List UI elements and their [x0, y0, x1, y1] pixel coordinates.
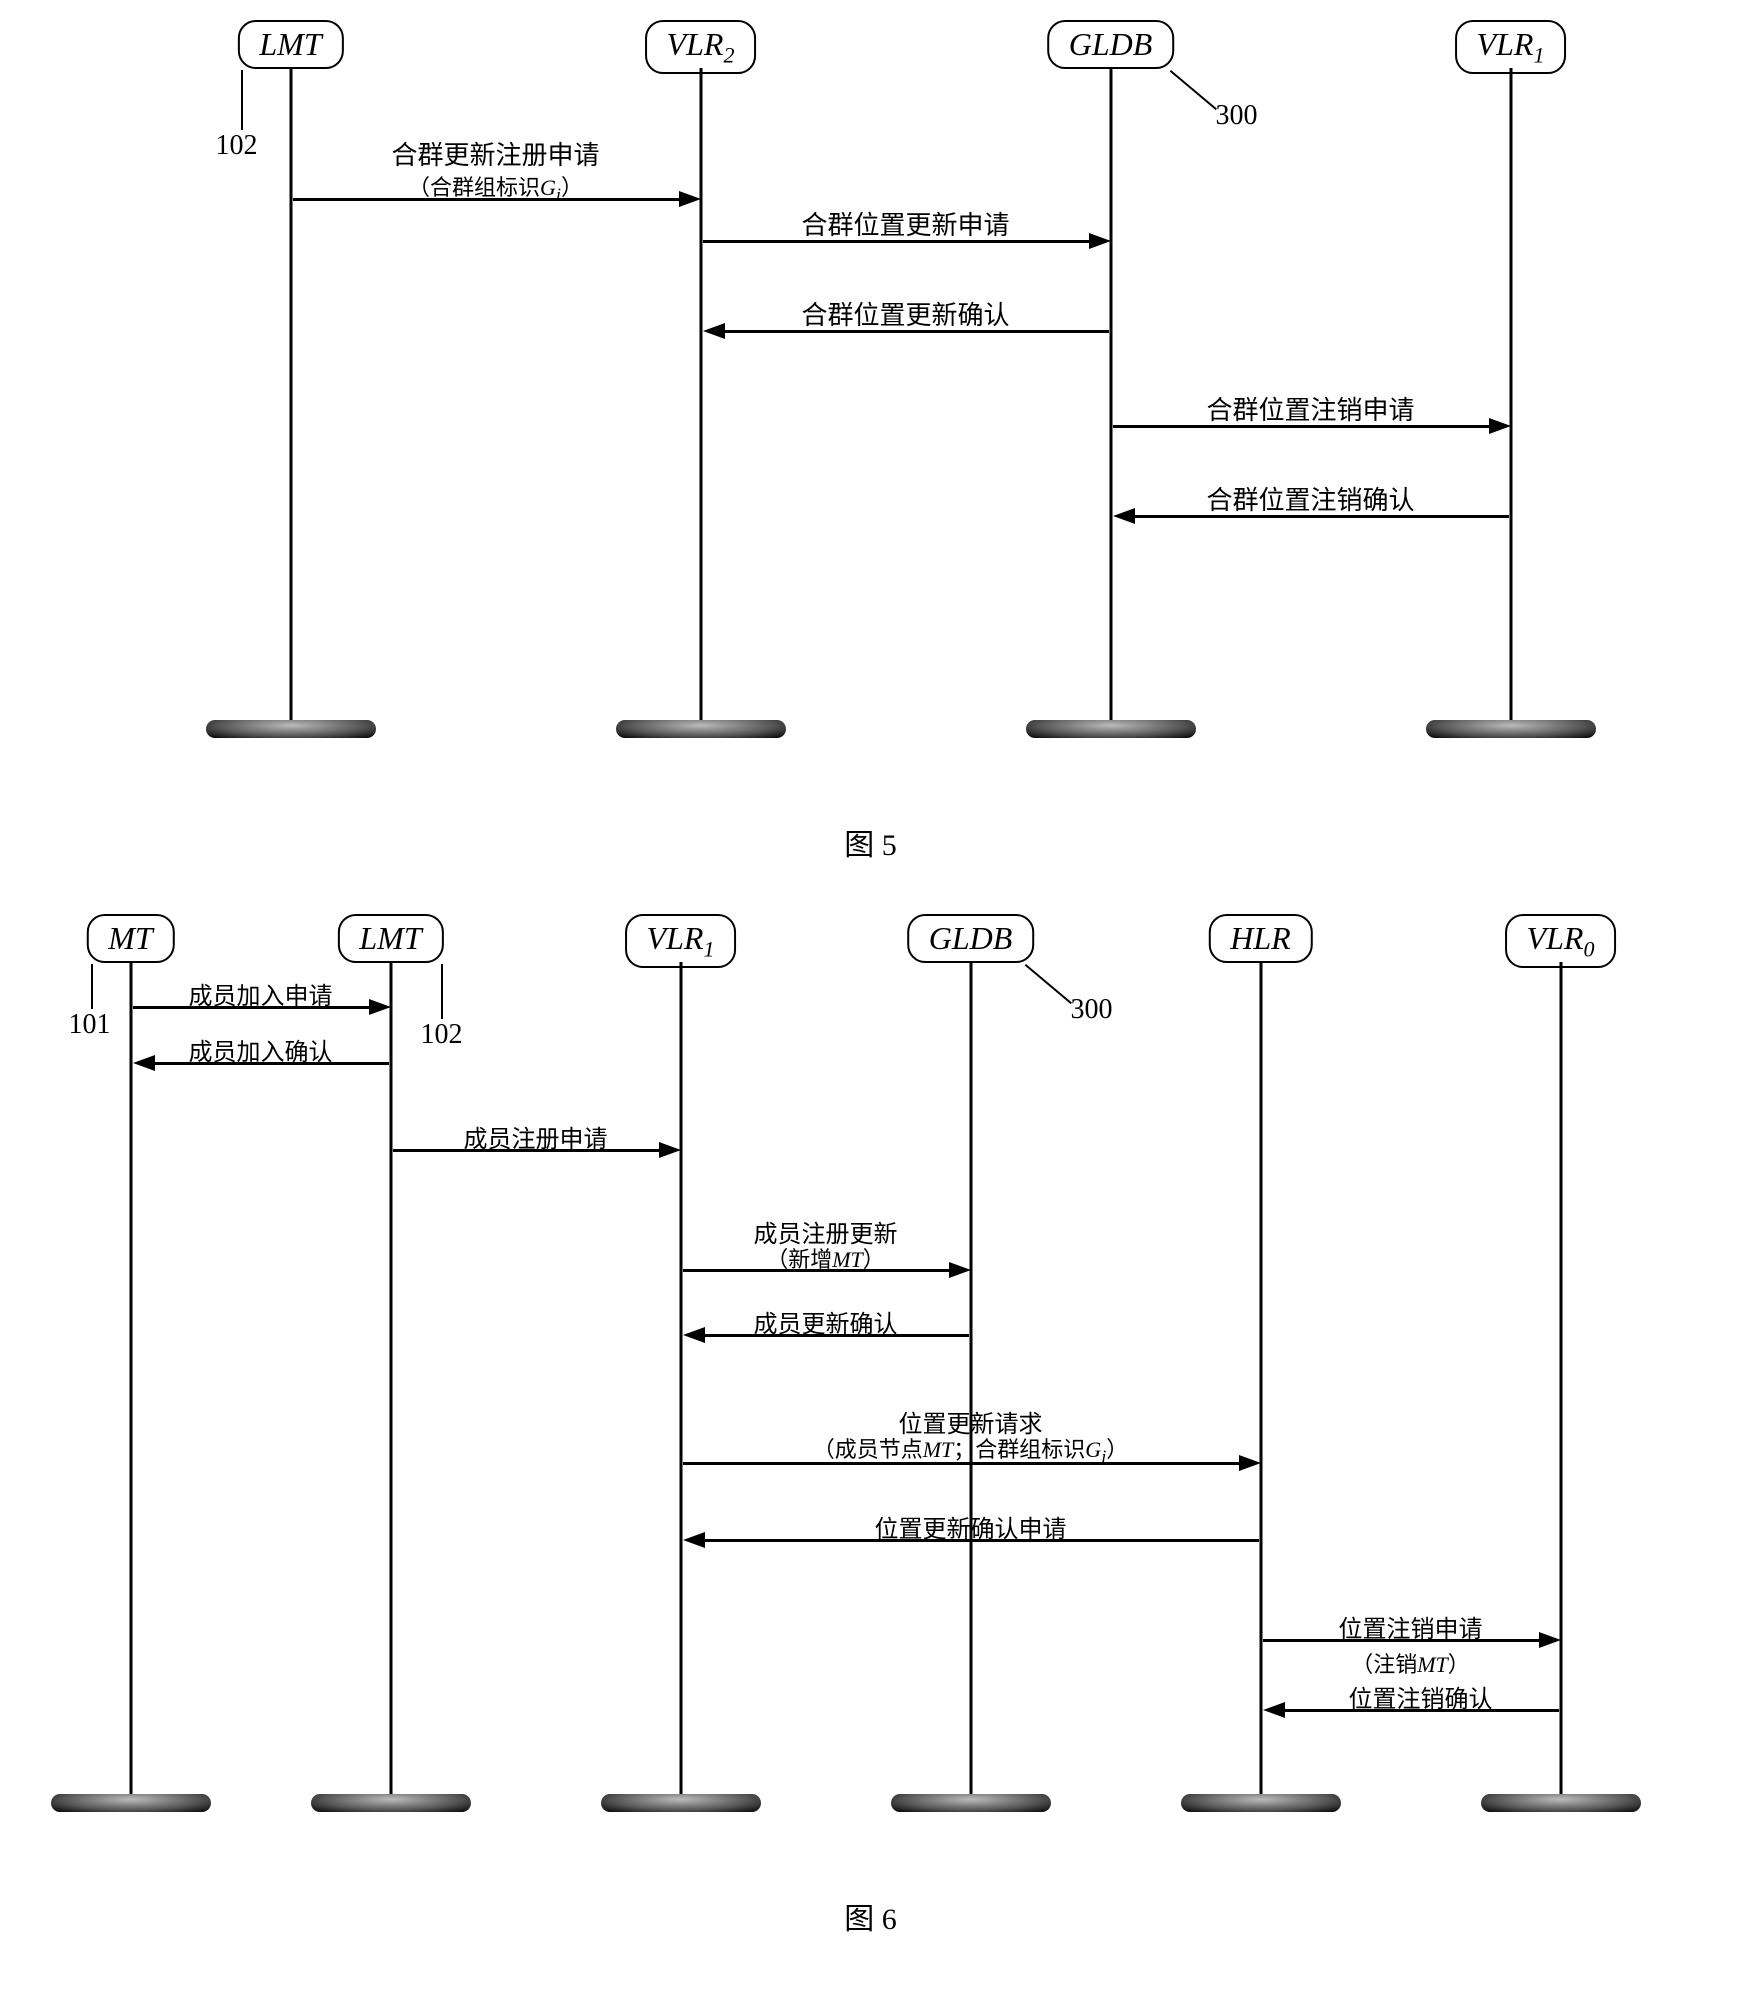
lifeline-foot	[1426, 720, 1596, 738]
lifeline-line	[1109, 68, 1112, 728]
msg-arrow	[703, 1539, 1259, 1542]
lifeline-head-gldb: GLDB	[907, 914, 1035, 963]
lifeline-line	[1509, 68, 1512, 728]
sequence-diagram-fig5: LMT VLR2 GLDB VLR1 102 300 合群更新注册申请 （合群组…	[21, 20, 1721, 780]
lifeline-head-vlr0: VLR0	[1505, 914, 1617, 968]
arrow-icon	[949, 1262, 971, 1278]
lifeline-sub: 2	[723, 42, 734, 67]
lifeline-line	[129, 962, 132, 1802]
tag-gldb: 300	[1216, 100, 1258, 132]
figure-caption: 图 5	[20, 820, 1721, 864]
msg-arrow	[723, 330, 1109, 333]
lifeline-label: MT	[108, 920, 152, 956]
msg-sublabel: （注销MT）	[1351, 1647, 1470, 1679]
tag-lmt: 102	[421, 1019, 463, 1051]
arrow-icon	[1263, 1702, 1285, 1718]
arrow-icon	[1239, 1455, 1261, 1471]
msg-arrow	[703, 1334, 969, 1337]
msg-arrow	[1113, 425, 1489, 428]
lifeline-label: GLDB	[1069, 26, 1153, 62]
lifeline-label: VLR	[647, 920, 704, 956]
lifeline-label: VLR	[1477, 26, 1534, 62]
lifeline-foot	[51, 1794, 211, 1812]
arrow-icon	[1113, 508, 1135, 524]
lifeline-head-gldb: GLDB	[1047, 20, 1175, 69]
lifeline-label: VLR	[1527, 920, 1584, 956]
lifeline-label: GLDB	[929, 920, 1013, 956]
lifeline-foot	[1181, 1794, 1341, 1812]
msg-label: 合群位置注销确认	[1206, 480, 1414, 517]
tag-lmt: 102	[216, 130, 258, 162]
arrow-icon	[659, 1142, 681, 1158]
lifeline-foot	[1481, 1794, 1641, 1812]
tag-mt: 101	[69, 1009, 111, 1041]
msg-arrow	[1133, 515, 1509, 518]
lifeline-line	[289, 68, 292, 728]
msg-label: 合群位置更新确认	[801, 295, 1009, 332]
lifeline-line	[1259, 962, 1262, 1802]
lifeline-head-vlr2: VLR2	[645, 20, 757, 74]
sequence-diagram-fig6: MT LMT VLR1 GLDB HLR VLR0 101 102 300 成员…	[21, 914, 1721, 1854]
lifeline-head-hlr: HLR	[1208, 914, 1312, 963]
msg-arrow	[683, 1462, 1239, 1465]
lifeline-head-lmt: LMT	[237, 20, 343, 69]
lifeline-label: VLR	[667, 26, 724, 62]
arrow-icon	[1489, 418, 1511, 434]
tag-connector	[241, 70, 243, 130]
msg-label: 合群位置更新申请	[801, 205, 1009, 242]
lifeline-sub: 1	[703, 936, 714, 961]
tag-gldb: 300	[1071, 994, 1113, 1026]
tag-connector	[441, 964, 443, 1019]
tag-connector	[91, 964, 93, 1009]
lifeline-label: HLR	[1230, 920, 1290, 956]
lifeline-line	[699, 68, 702, 728]
msg-arrow	[683, 1269, 949, 1272]
figure-caption: 图 6	[20, 1894, 1721, 1938]
msg-arrow	[293, 198, 679, 201]
arrow-icon	[679, 191, 701, 207]
lifeline-sub: 1	[1533, 42, 1544, 67]
arrow-icon	[1539, 1632, 1561, 1648]
arrow-icon	[133, 1055, 155, 1071]
lifeline-foot	[601, 1794, 761, 1812]
lifeline-foot	[891, 1794, 1051, 1812]
msg-arrow	[133, 1006, 369, 1009]
lifeline-foot	[616, 720, 786, 738]
msg-arrow	[393, 1149, 659, 1152]
arrow-icon	[683, 1532, 705, 1548]
msg-arrow	[1283, 1709, 1559, 1712]
lifeline-label: LMT	[359, 920, 421, 956]
lifeline-foot	[311, 1794, 471, 1812]
lifeline-line	[1559, 962, 1562, 1802]
lifeline-head-vlr1: VLR1	[1455, 20, 1567, 74]
lifeline-sub: 0	[1583, 936, 1594, 961]
lifeline-head-lmt: LMT	[337, 914, 443, 963]
arrow-icon	[1089, 233, 1111, 249]
lifeline-line	[389, 962, 392, 1802]
lifeline-line	[679, 962, 682, 1802]
tag-connector	[1024, 964, 1071, 1004]
arrow-icon	[369, 999, 391, 1015]
msg-arrow	[153, 1062, 389, 1065]
msg-label: 合群更新注册申请	[391, 135, 599, 172]
msg-arrow	[703, 240, 1089, 243]
msg-arrow	[1263, 1639, 1539, 1642]
lifeline-head-mt: MT	[86, 914, 174, 963]
lifeline-line	[969, 962, 972, 1802]
msg-label: 合群位置注销申请	[1206, 390, 1414, 427]
tag-connector	[1169, 70, 1216, 110]
lifeline-label: LMT	[259, 26, 321, 62]
lifeline-foot	[206, 720, 376, 738]
arrow-icon	[683, 1327, 705, 1343]
lifeline-head-vlr1: VLR1	[625, 914, 737, 968]
lifeline-foot	[1026, 720, 1196, 738]
arrow-icon	[703, 323, 725, 339]
